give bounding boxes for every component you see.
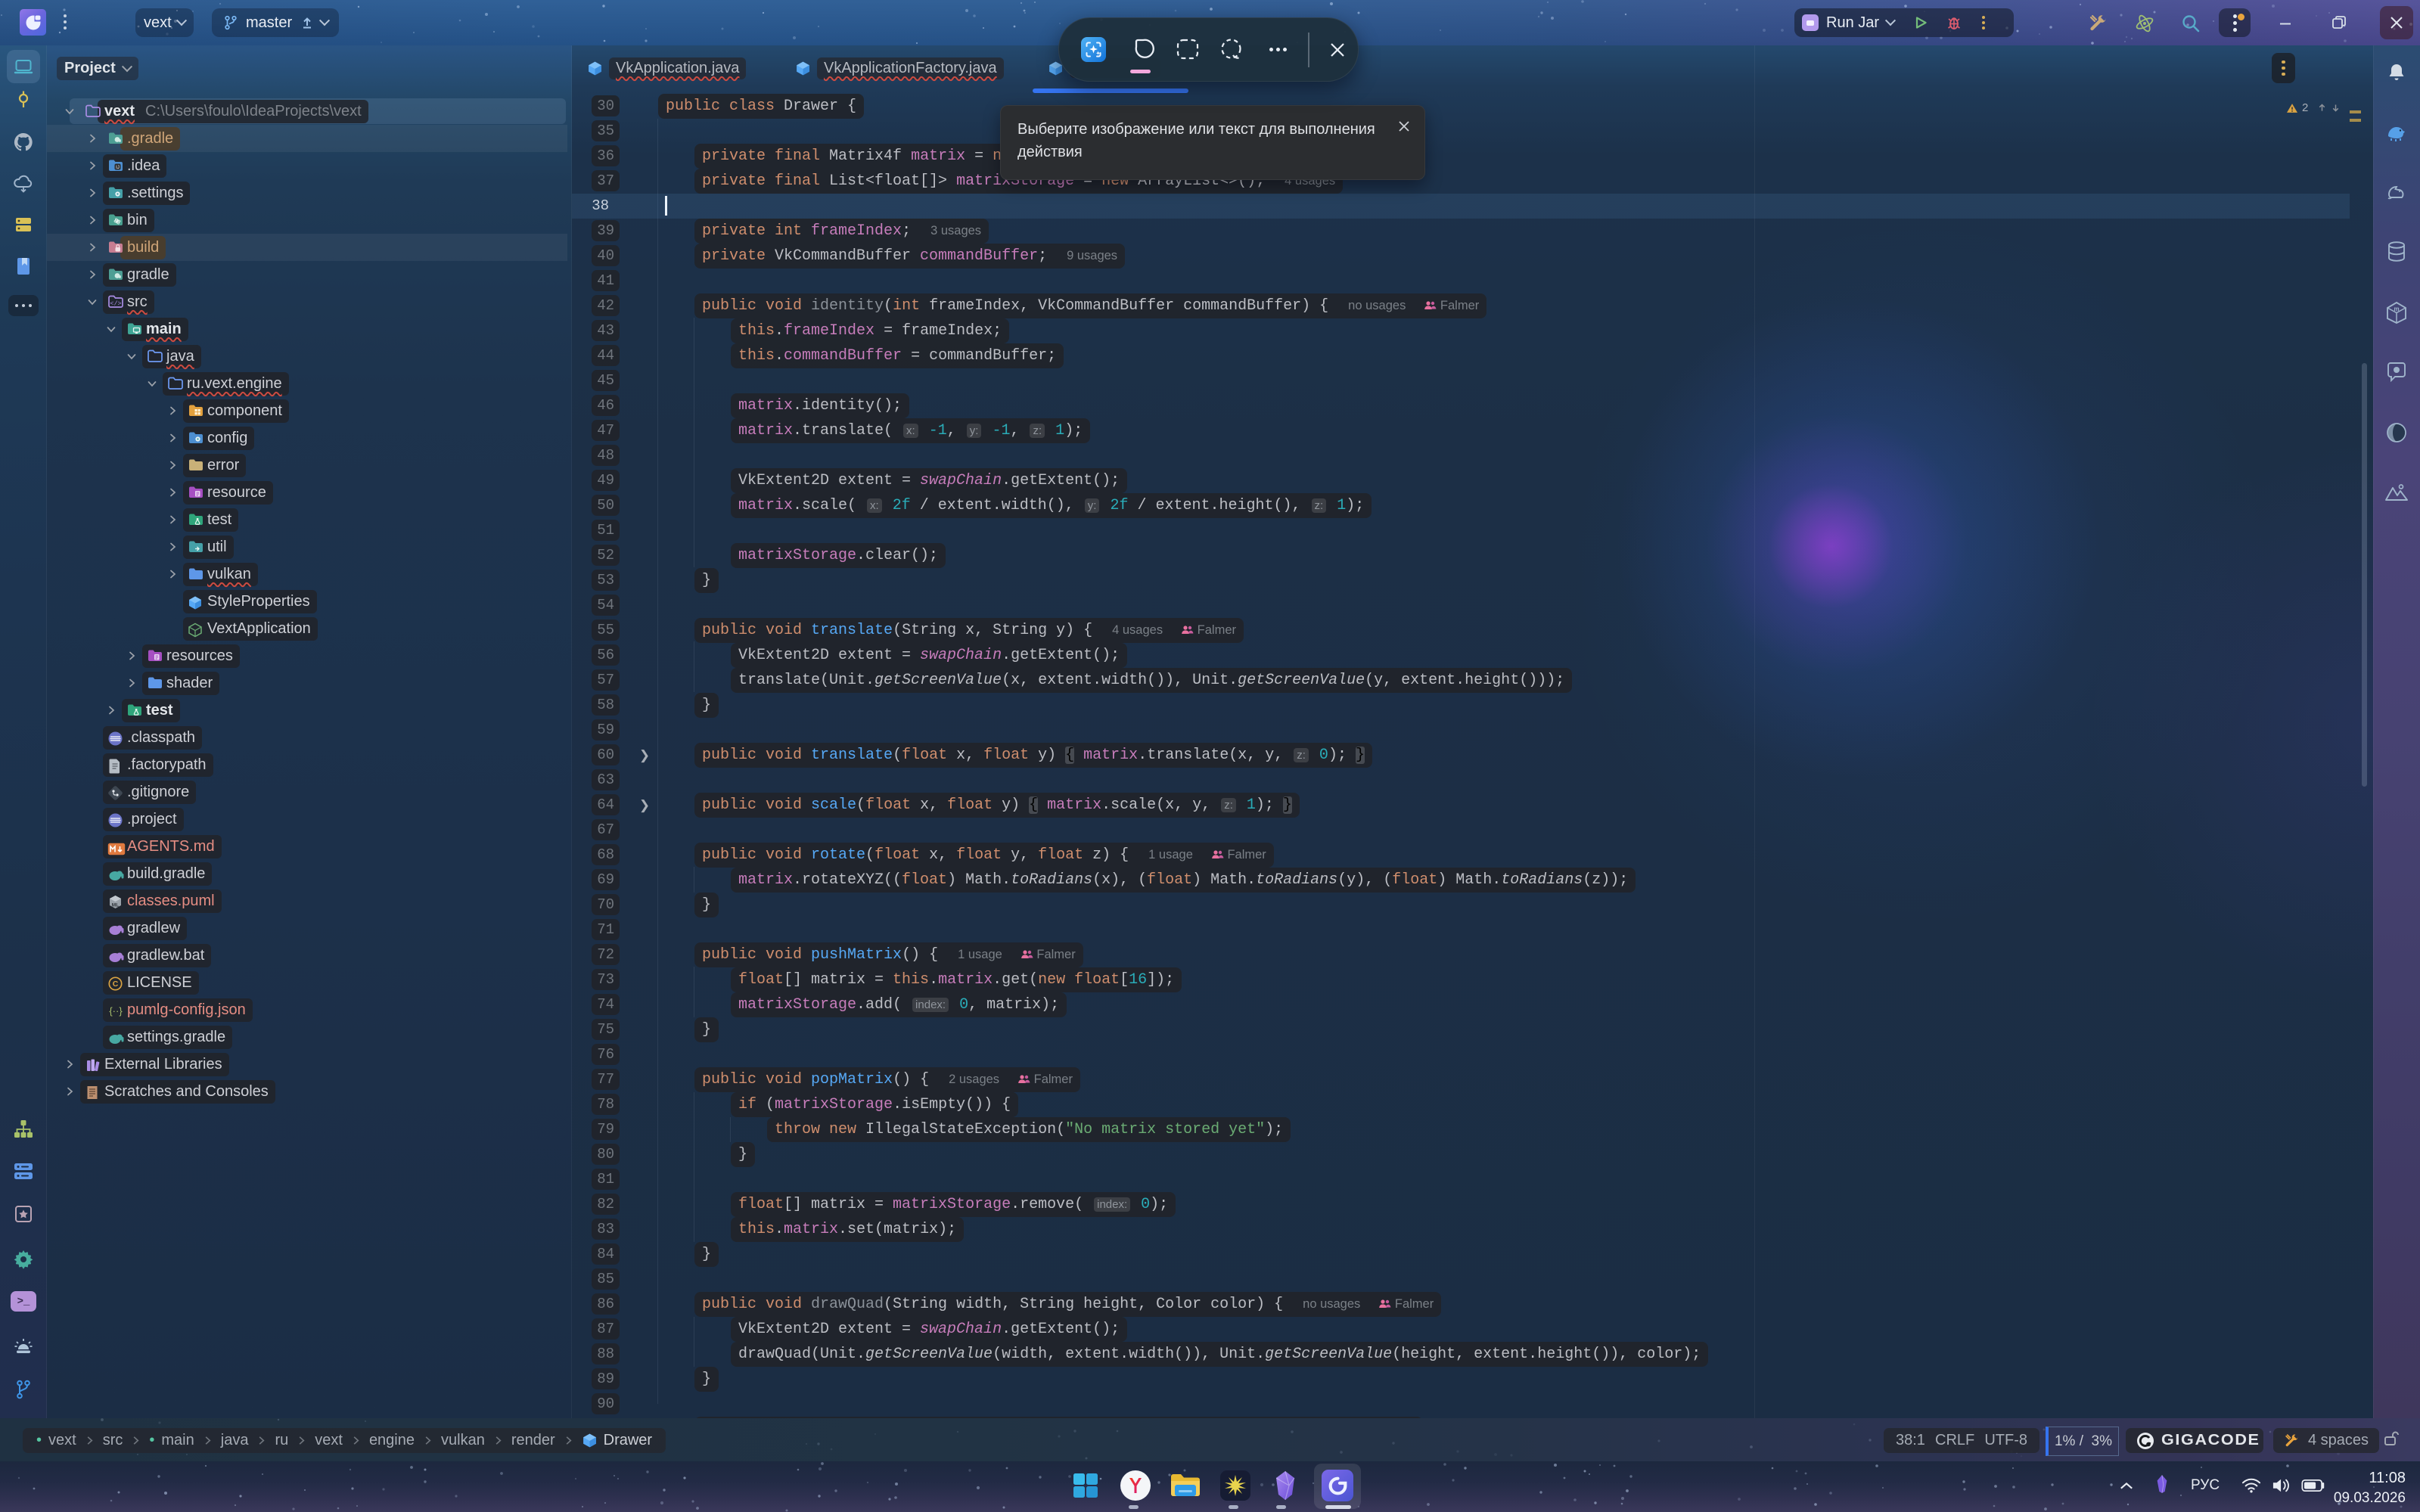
svg-text:ML: ML (112, 902, 119, 908)
svg-text:m: m (2394, 306, 2399, 312)
svg-text:</>: </> (110, 300, 121, 308)
svg-text:{··}: {··} (109, 1005, 123, 1017)
svg-text:IJ: IJ (116, 166, 120, 170)
svg-text:C: C (113, 980, 119, 989)
